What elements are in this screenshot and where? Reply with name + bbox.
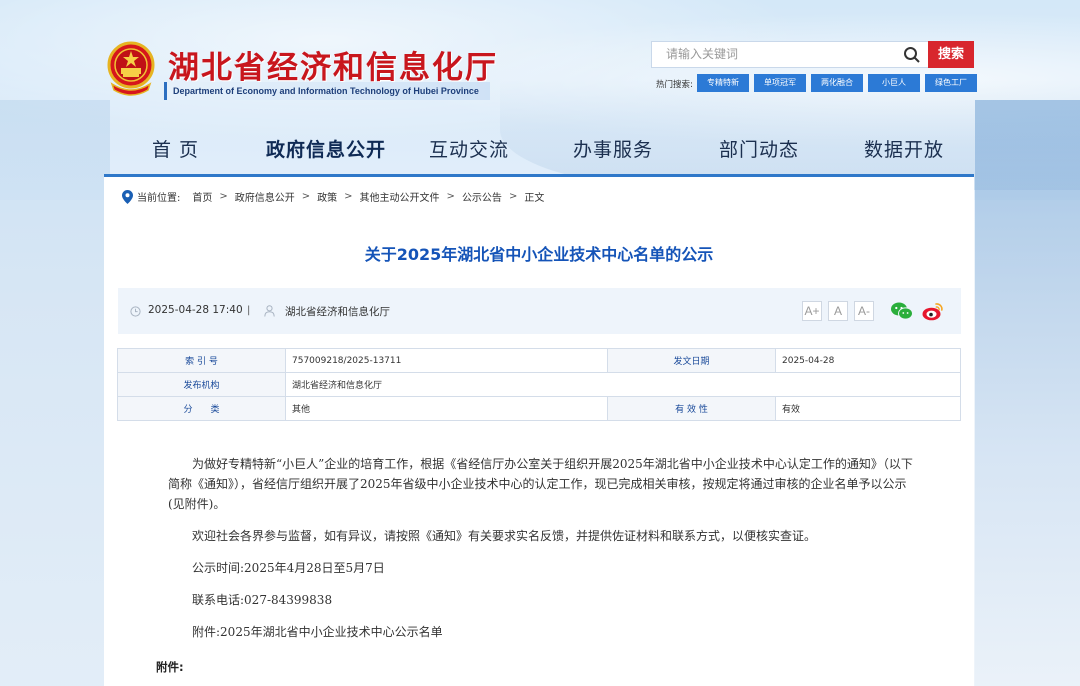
breadcrumb-home[interactable]: 首页	[192, 189, 212, 204]
meta-divider: |	[247, 305, 251, 316]
nav-item-interaction[interactable]: 互动交流	[429, 135, 509, 162]
nav-item-dept-news[interactable]: 部门动态	[719, 135, 799, 162]
hot-tag[interactable]: 专精特新	[697, 74, 749, 92]
hot-tag[interactable]: 两化融合	[811, 74, 863, 92]
hot-tag[interactable]: 单项冠军	[754, 74, 806, 92]
font-decrease-button[interactable]: A-	[854, 301, 874, 321]
hot-tag[interactable]: 绿色工厂	[925, 74, 977, 92]
hot-tag[interactable]: 小巨人	[868, 74, 920, 92]
body-paragraph: 公示时间:2025年4月28日至5月7日	[192, 561, 385, 575]
index-label: 索 引 号	[117, 348, 286, 373]
breadcrumb-separator: >	[344, 191, 353, 202]
search-input[interactable]: 请输入关键词	[651, 41, 929, 68]
breadcrumb-notices[interactable]: 公示公告	[462, 189, 502, 204]
table-row: 索 引 号 757009218/2025-13711 发文日期 2025-04-…	[117, 348, 961, 373]
article-card: 当前位置: 首页 > 政府信息公开 > 政策 > 其他主动公开文件 > 公示公告…	[104, 177, 974, 686]
publisher-name: 湖北省经济和信息化厅	[285, 306, 390, 318]
font-default-button[interactable]: A	[828, 301, 848, 321]
body-paragraph: 欢迎社会各界参与监督，如有异议，请按照《通知》有关要求实名反馈，并提供佐证材料和…	[192, 529, 817, 543]
right-background	[975, 100, 1080, 686]
publish-datetime: 2025-04-28 17:40	[148, 304, 243, 316]
date-value: 2025-04-28	[775, 348, 961, 373]
breadcrumb-separator: >	[301, 191, 311, 202]
category-label: 分 类	[117, 396, 286, 421]
breadcrumb-separator: >	[446, 191, 455, 202]
table-row: 发布机构 湖北省经济和信息化厅	[117, 372, 961, 397]
site-subtitle: Department of Economy and Information Te…	[164, 82, 490, 100]
hot-search-tags: 专精特新 单项冠军 两化融合 小巨人 绿色工厂	[697, 74, 977, 92]
nav-item-open-data[interactable]: 数据开放	[864, 135, 944, 162]
publisher-icon	[264, 305, 275, 317]
table-row: 分 类 其他 有 效 性 有效	[117, 396, 961, 421]
weibo-share-icon[interactable]	[921, 300, 945, 322]
index-value: 757009218/2025-13711	[285, 348, 608, 373]
wechat-share-icon[interactable]	[890, 300, 914, 322]
date-label: 发文日期	[607, 348, 776, 373]
nav-item-services[interactable]: 办事服务	[573, 135, 653, 162]
document-info-table: 索 引 号 757009218/2025-13711 发文日期 2025-04-…	[117, 348, 961, 421]
body-paragraph: 为做好专精特新“小巨人”企业的培育工作，根据《省经信厅办公室关于组织开展2025…	[168, 457, 913, 511]
font-increase-button[interactable]: A+	[802, 301, 822, 321]
search-icon[interactable]	[903, 46, 921, 64]
nav-item-gov-info[interactable]: 政府信息公开	[266, 135, 386, 162]
attachment-link[interactable]: 附件:2025年湖北省中小企业技术中心公示名单	[168, 622, 913, 642]
body-paragraph: 联系电话:027-84399838	[192, 593, 333, 607]
main-nav: 首 页 政府信息公开 互动交流 办事服务 部门动态 数据开放	[104, 135, 974, 175]
search-button[interactable]: 搜索	[928, 41, 974, 68]
clock-icon	[130, 306, 141, 317]
breadcrumb-separator: >	[219, 191, 228, 202]
breadcrumb-label: 当前位置:	[137, 193, 181, 204]
org-value: 湖北省经济和信息化厅	[285, 372, 961, 397]
breadcrumb-gov-info[interactable]: 政府信息公开	[235, 189, 295, 204]
breadcrumb-separator: >	[508, 191, 518, 202]
site-title[interactable]: 湖北省经济和信息化厅	[168, 42, 498, 87]
breadcrumb-current: 正文	[524, 193, 545, 204]
breadcrumb-policy[interactable]: 政策	[317, 189, 337, 204]
category-value: 其他	[285, 396, 608, 421]
attachment-heading: 附件:	[156, 660, 184, 674]
article-meta-bar: 2025-04-28 17:40 | 湖北省经济和信息化厅 A+ A A-	[118, 288, 961, 334]
nav-item-home[interactable]: 首 页	[152, 135, 199, 162]
article-title: 关于2025年湖北省中小企业技术中心名单的公示	[364, 245, 714, 264]
article-body: 为做好专精特新“小巨人”企业的培育工作，根据《省经信厅办公室关于组织开展2025…	[168, 454, 913, 654]
validity-label: 有 效 性	[607, 396, 776, 421]
left-background	[0, 100, 110, 686]
location-pin-icon	[122, 189, 133, 204]
hot-search-label: 热门搜索:	[656, 80, 693, 90]
validity-value: 有效	[775, 396, 961, 421]
national-emblem-icon	[107, 41, 155, 96]
org-label: 发布机构	[117, 372, 286, 397]
breadcrumb: 当前位置: 首页 > 政府信息公开 > 政策 > 其他主动公开文件 > 公示公告…	[122, 189, 544, 204]
breadcrumb-other-files[interactable]: 其他主动公开文件	[360, 189, 440, 204]
